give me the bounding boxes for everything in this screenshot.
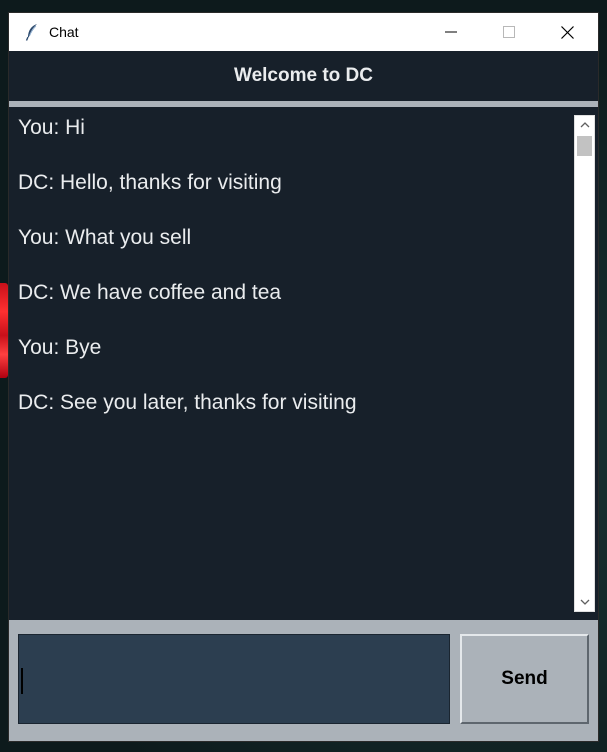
message-input[interactable] (18, 634, 450, 724)
chat-message: DC: We have coffee and tea (18, 281, 282, 304)
feather-icon (23, 23, 41, 41)
maximize-button[interactable] (480, 13, 538, 51)
chat-message: DC: See you later, thanks for visiting (18, 391, 357, 414)
text-caret (21, 668, 23, 694)
chat-message: You: What you sell (18, 226, 192, 249)
chat-message: DC: Hello, thanks for visiting (18, 171, 282, 194)
chat-message: You: Hi (18, 116, 85, 139)
chevron-up-icon (580, 122, 589, 128)
minimize-button[interactable] (422, 13, 480, 51)
chat-log[interactable]: You: Hi DC: Hello, thanks for visiting Y… (9, 107, 598, 620)
scrollbar-thumb[interactable] (577, 136, 592, 156)
chat-header: Welcome to DC (9, 51, 598, 101)
scroll-up-button[interactable] (575, 116, 594, 134)
message-list: You: Hi DC: Hello, thanks for visiting Y… (18, 113, 568, 443)
vertical-scrollbar[interactable] (574, 115, 595, 612)
maximize-icon (503, 26, 515, 38)
title-bar[interactable]: Chat (9, 13, 598, 51)
header-title: Welcome to DC (233, 65, 373, 86)
scroll-down-button[interactable] (575, 593, 594, 611)
minimize-icon (445, 31, 457, 33)
input-bar: Send (9, 620, 598, 741)
desktop-widget-edge (0, 283, 8, 378)
chevron-down-icon (580, 599, 589, 605)
close-button[interactable] (538, 13, 596, 51)
window-title: Chat (49, 24, 79, 40)
send-button[interactable]: Send (460, 634, 589, 724)
chat-window: Chat Welcome to DC You: Hi DC: Hello, th… (8, 12, 599, 742)
close-icon (560, 25, 574, 39)
send-button-label: Send (501, 668, 548, 689)
chat-message: You: Bye (18, 336, 102, 359)
